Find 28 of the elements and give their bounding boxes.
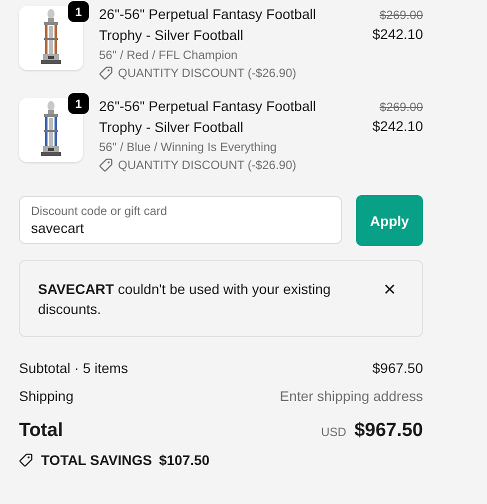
- discount-field[interactable]: Discount code or gift card savecart: [19, 196, 342, 244]
- currency-code: USD: [320, 425, 346, 439]
- discount-label: QUANTITY DISCOUNT (-$26.90): [118, 157, 296, 174]
- quantity-badge: 1: [68, 93, 89, 114]
- discount-label: QUANTITY DISCOUNT (-$26.90): [118, 65, 296, 82]
- savings-label: TOTAL SAVINGS: [41, 452, 152, 468]
- summary-value: Enter shipping address: [280, 388, 423, 405]
- sale-price: $242.10: [372, 25, 423, 44]
- sale-price: $242.10: [372, 117, 423, 136]
- summary-value: $967.50: [372, 360, 423, 377]
- tag-icon: [99, 66, 113, 80]
- error-message: SAVECART couldn't be used with your existing discounts.: [38, 280, 332, 319]
- summary-label: Subtotal · 5 items: [19, 360, 128, 377]
- quantity-badge: 1: [68, 1, 89, 22]
- summary-label: Shipping: [19, 388, 74, 405]
- product-title: 26"-56" Perpetual Fantasy Football Trophy - Silver Football: [99, 97, 317, 137]
- product-title: 26"-56" Perpetual Fantasy Football Trophy - Silver Football: [99, 5, 317, 45]
- text-input[interactable]: savecart: [31, 220, 330, 236]
- original-price: $269.00: [378, 7, 423, 24]
- product-variant: 56" / Red / FFL Champion: [99, 47, 239, 64]
- total-label: Total: [19, 420, 63, 442]
- close-button[interactable]: ✕: [383, 280, 396, 300]
- tag-icon: [99, 158, 113, 172]
- total-amount: $967.50: [354, 420, 423, 442]
- savings-amount: $107.50: [158, 452, 210, 468]
- original-price: $269.00: [378, 99, 423, 116]
- product-variant: 56" / Blue / Winning Is Everything: [99, 139, 278, 156]
- tag-icon: [19, 453, 33, 467]
